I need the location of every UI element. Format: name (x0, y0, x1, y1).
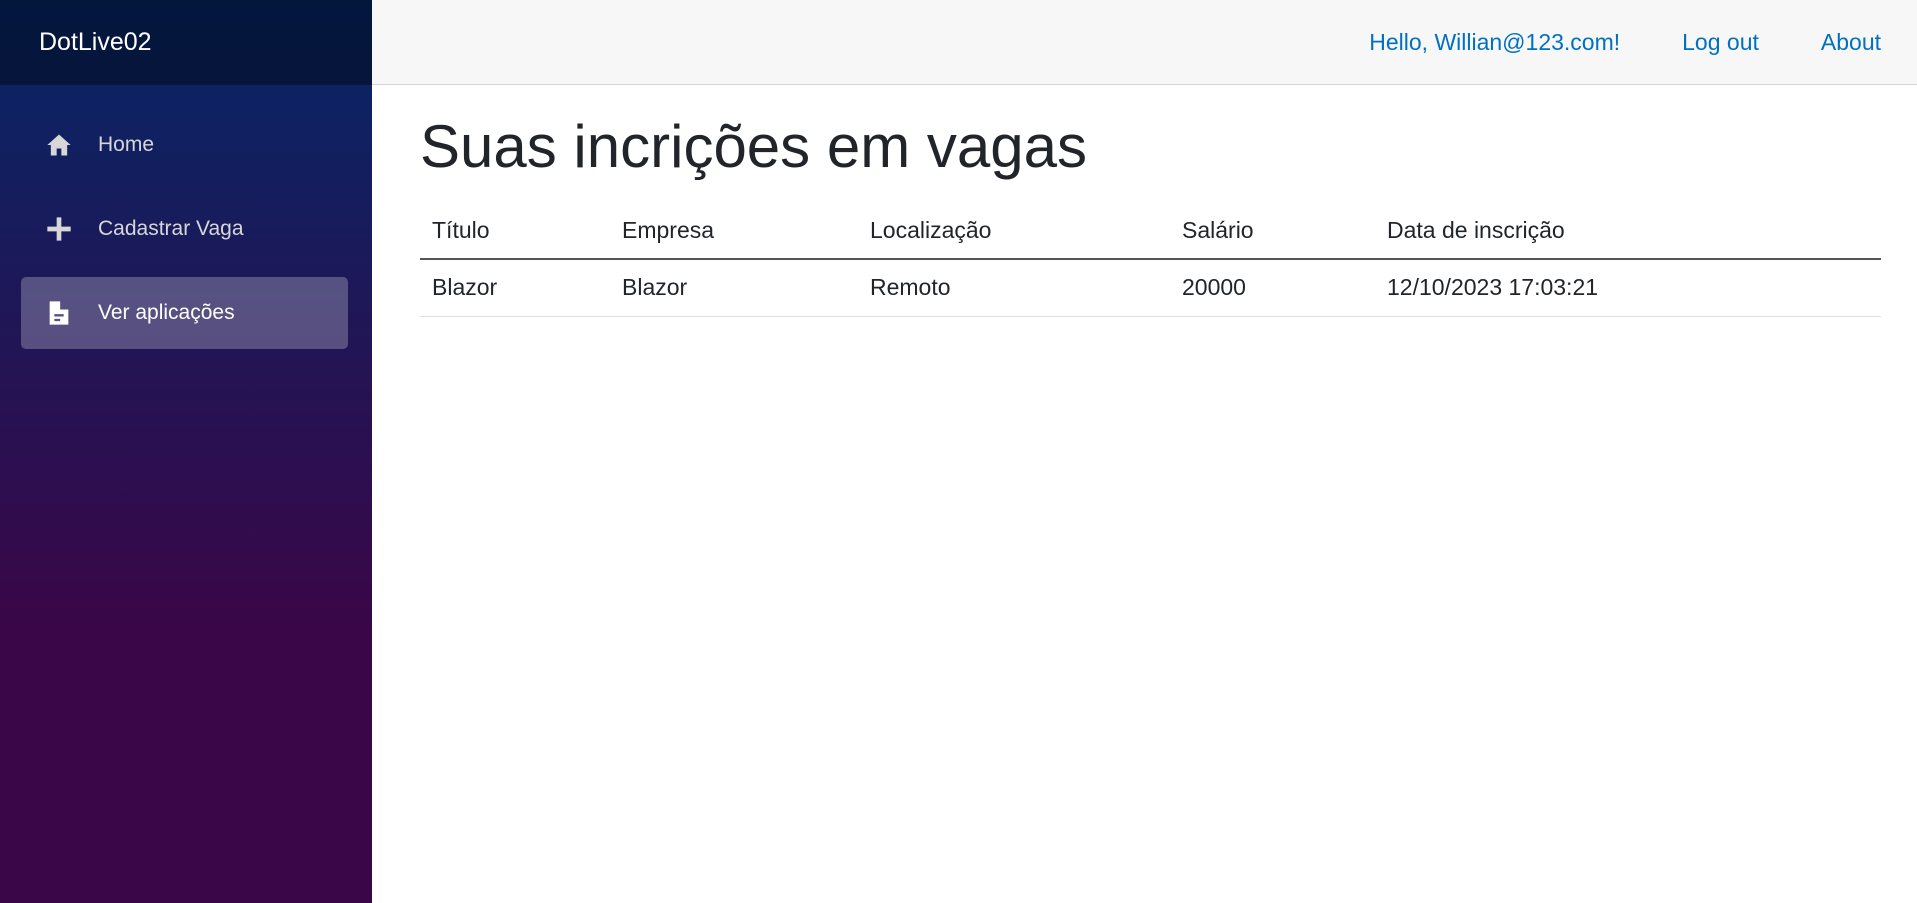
page-title: Suas incrições em vagas (420, 113, 1087, 180)
nav-item-label: Cadastrar Vaga (98, 217, 244, 240)
home-icon (44, 130, 74, 160)
cell-empresa: Blazor (610, 259, 858, 317)
nav-item-label: Home (98, 133, 155, 156)
top-row: Hello, Willian@123.com! Log out About (372, 0, 1917, 85)
plus-icon (44, 214, 74, 244)
about-link[interactable]: About (1821, 29, 1881, 56)
sidebar: DotLive02 Home Cadastrar Vaga Ver aplica… (0, 0, 372, 903)
content: Suas incrições em vagas Título Empresa L… (372, 85, 1917, 317)
applications-table: Título Empresa Localização Salário Data … (420, 205, 1881, 317)
account-link[interactable]: Hello, Willian@123.com! (1369, 29, 1620, 56)
cell-data-inscricao: 12/10/2023 17:03:21 (1375, 259, 1881, 317)
main-area: Hello, Willian@123.com! Log out About Su… (372, 0, 1917, 903)
column-header-salario: Salário (1170, 205, 1375, 260)
nav-item-ver-aplicacoes[interactable]: Ver aplicações (21, 277, 348, 349)
brand-name[interactable]: DotLive02 (39, 28, 152, 57)
brand-bar: DotLive02 (0, 0, 372, 85)
cell-localizacao: Remoto (858, 259, 1170, 317)
logout-link[interactable]: Log out (1682, 29, 1759, 56)
column-header-data-inscricao: Data de inscrição (1375, 205, 1881, 260)
nav-menu: Home Cadastrar Vaga Ver aplicações (0, 85, 372, 349)
document-icon (44, 298, 74, 328)
nav-item-label: Ver aplicações (98, 301, 235, 324)
app-root: DotLive02 Home Cadastrar Vaga Ver aplica… (0, 0, 1917, 903)
nav-item-cadastrar-vaga[interactable]: Cadastrar Vaga (21, 193, 348, 265)
column-header-empresa: Empresa (610, 205, 858, 260)
column-header-titulo: Título (420, 205, 610, 260)
table-row: Blazor Blazor Remoto 20000 12/10/2023 17… (420, 259, 1881, 317)
cell-titulo: Blazor (420, 259, 610, 317)
nav-item-home[interactable]: Home (21, 109, 348, 181)
cell-salario: 20000 (1170, 259, 1375, 317)
column-header-localizacao: Localização (858, 205, 1170, 260)
table-header-row: Título Empresa Localização Salário Data … (420, 205, 1881, 260)
